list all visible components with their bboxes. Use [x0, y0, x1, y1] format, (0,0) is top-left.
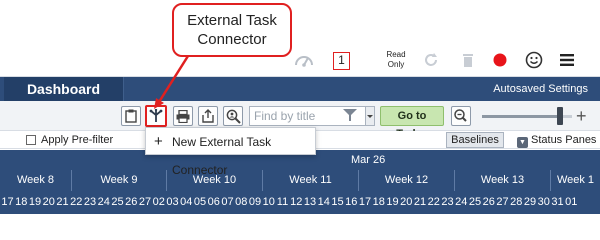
timeline-day-row: 17 18 19 20 21 22 23 24 25 26 27 02 03 04 05 06 07 08 09 10… [0, 191, 600, 214]
week-label: Week 12 [358, 170, 454, 191]
read-only-line-2: Only [387, 60, 405, 69]
print-button[interactable] [173, 106, 193, 126]
baselines-button[interactable]: Baselines [446, 132, 504, 148]
print-icon [176, 109, 190, 123]
day-label: 01 [565, 196, 578, 208]
external-task-connector-callout: External Task Connector [172, 3, 292, 57]
chevron-down-icon [367, 115, 373, 118]
page-number-badge: 1 [333, 52, 350, 70]
external-task-connector-button[interactable] [145, 105, 167, 127]
week-label: Week 8 [16, 174, 55, 186]
status-panes-toggle[interactable]: ▼ Status Panes [517, 132, 596, 148]
month-label: Mar 26 [351, 154, 386, 166]
top-toolbar [0, 43, 600, 77]
dashboard-tab[interactable]: Dashboard [4, 77, 124, 101]
filter-dropdown-caret[interactable] [366, 106, 375, 126]
go-to-today-button[interactable]: Go to Today [380, 106, 444, 140]
zoom-plus-icon[interactable]: + [576, 107, 587, 125]
hamburger-menu-icon[interactable] [556, 43, 578, 77]
app-root: External Task Connector 1 Read Only Dash… [0, 0, 600, 214]
apply-prefilter-checkbox[interactable] [26, 135, 36, 145]
menu-item-new-external-task-connector[interactable]: + New External Task Connector [146, 128, 317, 177]
callout-line-2: Connector [197, 31, 267, 48]
plus-icon: + [154, 133, 163, 150]
zoom-minus-icon [454, 109, 467, 122]
autosaved-settings-label[interactable]: Autosaved Settings [493, 77, 588, 101]
zoom-slider-thumb[interactable] [557, 107, 564, 125]
search-user-button[interactable] [223, 106, 243, 126]
zoom-slider-fill [482, 115, 561, 118]
speedometer-icon[interactable] [292, 43, 316, 77]
status-panes-label: Status Panes [531, 134, 597, 146]
share-button[interactable] [198, 106, 218, 126]
week-label: Week 9 [71, 170, 166, 191]
share-icon [202, 109, 214, 123]
read-only-label: Read Only [380, 50, 412, 70]
dashboard-bar: Dashboard Autosaved Settings [0, 77, 600, 101]
smiley-icon[interactable] [523, 43, 545, 77]
trash-icon[interactable] [458, 43, 478, 77]
refresh-icon[interactable] [421, 43, 441, 77]
clipboard-button[interactable] [121, 106, 141, 126]
week-label: Week 1 [550, 170, 600, 191]
week-label: Week 13 [454, 170, 550, 191]
apply-prefilter-label[interactable]: Apply Pre-filter [41, 132, 113, 148]
search-user-icon [226, 109, 241, 124]
menu-item-label: New External Task Connector [172, 135, 272, 177]
filter-icon[interactable] [343, 108, 357, 127]
chevron-down-icon: ▼ [517, 137, 528, 148]
record-icon[interactable] [490, 43, 510, 77]
external-task-connector-icon [149, 109, 163, 122]
clipboard-icon [125, 109, 137, 123]
external-task-connector-menu: + New External Task Connector [145, 127, 317, 177]
read-only-line-1: Read [386, 50, 406, 59]
zoom-out-button[interactable] [451, 106, 471, 126]
callout-line-1: External Task [187, 12, 277, 29]
